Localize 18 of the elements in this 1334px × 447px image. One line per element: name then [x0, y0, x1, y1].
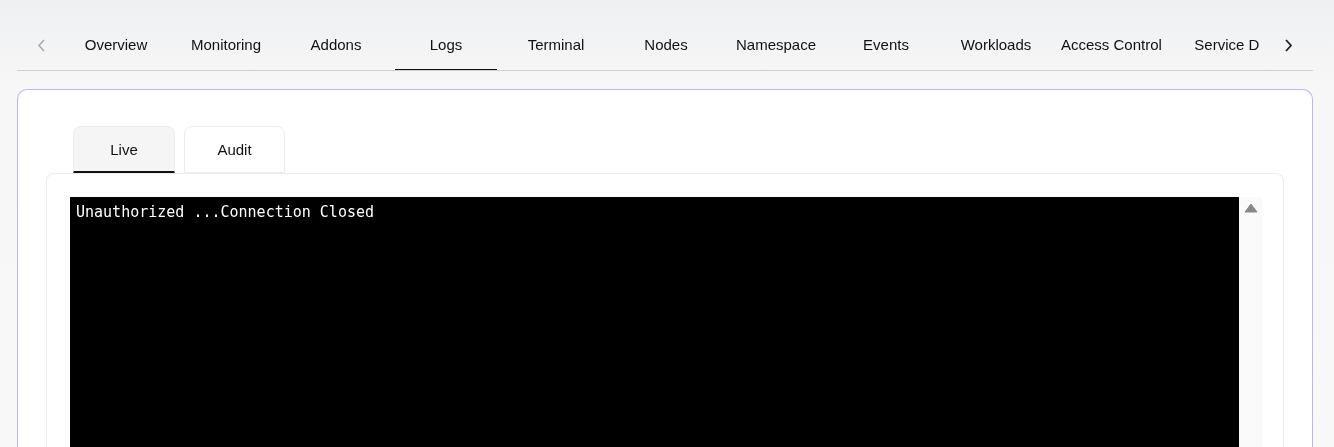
nav-tab[interactable]: Nodes [615, 20, 717, 70]
nav-tab[interactable]: Namespace [725, 20, 827, 70]
log-tab[interactable]: Audit [184, 126, 285, 173]
nav-tab[interactable]: Workloads [945, 20, 1047, 70]
nav-tab[interactable]: Addons [285, 20, 387, 70]
nav-tab[interactable]: Service D [1175, 20, 1265, 70]
scroll-up-icon [1243, 203, 1258, 213]
nav-tab[interactable]: Overview [65, 20, 167, 70]
nav-tab[interactable]: Terminal [505, 20, 607, 70]
nav-tab[interactable]: Access Control [1055, 20, 1168, 70]
chevron-right-icon [1285, 38, 1293, 52]
scrollbar[interactable] [1239, 197, 1262, 447]
terminal-line: Unauthorized ...Connection Closed [76, 203, 375, 221]
chevron-left-icon [37, 38, 45, 52]
nav-tab[interactable]: Logs [395, 20, 497, 70]
log-tab[interactable]: Live [73, 126, 175, 173]
nav-tab[interactable]: Events [835, 20, 937, 70]
nav-tab[interactable]: Monitoring [175, 20, 277, 70]
